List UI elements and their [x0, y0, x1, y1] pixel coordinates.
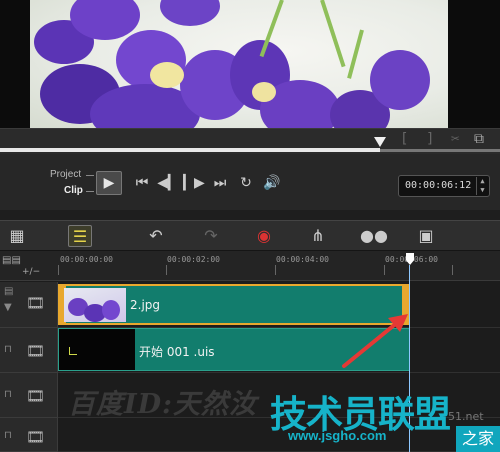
- clip-mode-label[interactable]: Clip: [64, 185, 83, 196]
- timeline-view-icon[interactable]: ☰: [68, 225, 92, 247]
- mark-out-icon[interactable]: ]: [426, 131, 434, 147]
- video-track-header: ▤ ▼ 🎞: [0, 282, 58, 328]
- lock-icon[interactable]: ⊓: [4, 389, 12, 400]
- lock-icon[interactable]: ⊓: [4, 344, 12, 355]
- next-frame-icon[interactable]: ▎▶: [182, 172, 206, 194]
- scrub-handle[interactable]: [374, 137, 386, 147]
- stepper-down-icon[interactable]: ▼: [477, 186, 488, 195]
- mode-line-project: [86, 175, 94, 176]
- overlay-track-icon: 🎞: [26, 342, 46, 360]
- clip-thumbnail: [59, 329, 135, 370]
- timeline-ruler[interactable]: ▤▤ +/− 00:00:00:00 00:00:02:00 00:00:04:…: [0, 251, 500, 281]
- baidu-id-watermark: 百度ID:天然汝: [68, 389, 258, 420]
- collapse-icon[interactable]: ▼: [4, 302, 12, 313]
- timeline-toolbar: ▦ ☰ ↶ ↷ ◉ ⋔ ●● ▣: [0, 220, 500, 251]
- voice-track-header: ⊓ 🎞: [0, 418, 58, 452]
- title-track-header: ⊓ 🎞: [0, 373, 58, 418]
- ruler-tick: [384, 265, 385, 275]
- go-to-end-icon[interactable]: ⏭: [208, 172, 232, 194]
- site-url-watermark: www.jsgho.com: [288, 428, 387, 443]
- ruler-label: 00:00:02:00: [167, 255, 220, 264]
- scrub-progress: [0, 148, 380, 152]
- preview-window: [0, 0, 500, 128]
- enlarge-preview-icon[interactable]: ⧉: [474, 131, 484, 147]
- voice-track-icon: 🎞: [26, 428, 46, 446]
- ruler-tick: [166, 265, 167, 275]
- auto-music-icon[interactable]: ●●: [360, 225, 388, 247]
- repeat-icon[interactable]: ↻: [234, 172, 258, 194]
- ruler-tick: [275, 265, 276, 275]
- lock-icon[interactable]: ⊓: [4, 430, 12, 441]
- mode-line-clip: [86, 191, 94, 192]
- title-icon[interactable]: ▣: [414, 225, 438, 247]
- mark-in-icon[interactable]: [: [400, 131, 408, 147]
- play-button[interactable]: ▶: [96, 171, 122, 195]
- redo-icon[interactable]: ↷: [200, 225, 222, 247]
- volume-icon[interactable]: 🔊: [260, 172, 284, 194]
- ruler-tick: [452, 265, 453, 275]
- ruler-label: 00:00:04:00: [276, 255, 329, 264]
- track-manager-icon[interactable]: ▤▤: [2, 255, 21, 266]
- preview-scrub-bar[interactable]: [ ] ✂ ⧉: [0, 128, 500, 154]
- project-mode-label[interactable]: Project: [50, 169, 81, 180]
- preview-image: [30, 0, 448, 128]
- timecode-stepper[interactable]: ▲ ▼: [476, 177, 488, 195]
- audio-mixer-icon[interactable]: ⋔: [306, 225, 330, 247]
- stepper-up-icon[interactable]: ▲: [477, 177, 488, 186]
- clip-name: 2.jpg: [130, 298, 161, 312]
- title-track-icon: 🎞: [26, 387, 46, 405]
- timecode-value: 00:00:06:12: [405, 180, 472, 191]
- site-tail-watermark: 51.net: [448, 410, 484, 423]
- lock-icon[interactable]: ▤: [4, 286, 13, 297]
- site-corner-watermark: 之家: [456, 426, 500, 452]
- storyboard-view-icon[interactable]: ▦: [6, 225, 28, 247]
- record-capture-icon[interactable]: ◉: [253, 225, 275, 247]
- clip-thumbnail: [64, 288, 126, 322]
- ruler-label: 00:00:00:00: [60, 255, 113, 264]
- ruler-tick: [58, 265, 59, 275]
- zoom-icon[interactable]: +/−: [22, 267, 40, 277]
- previous-frame-icon[interactable]: ◀▎: [156, 172, 180, 194]
- clip-name: 开始 001 .uis: [139, 345, 215, 359]
- overlay-track-header: ⊓ 🎞: [0, 328, 58, 373]
- undo-icon[interactable]: ↶: [145, 225, 167, 247]
- split-clip-icon[interactable]: ✂: [451, 131, 459, 147]
- timecode-display[interactable]: 00:00:06:12 ▲ ▼: [398, 175, 490, 197]
- video-track-icon: 🎞: [26, 294, 46, 312]
- go-to-start-icon[interactable]: ⏮: [130, 172, 154, 194]
- annotation-arrow: [342, 314, 408, 368]
